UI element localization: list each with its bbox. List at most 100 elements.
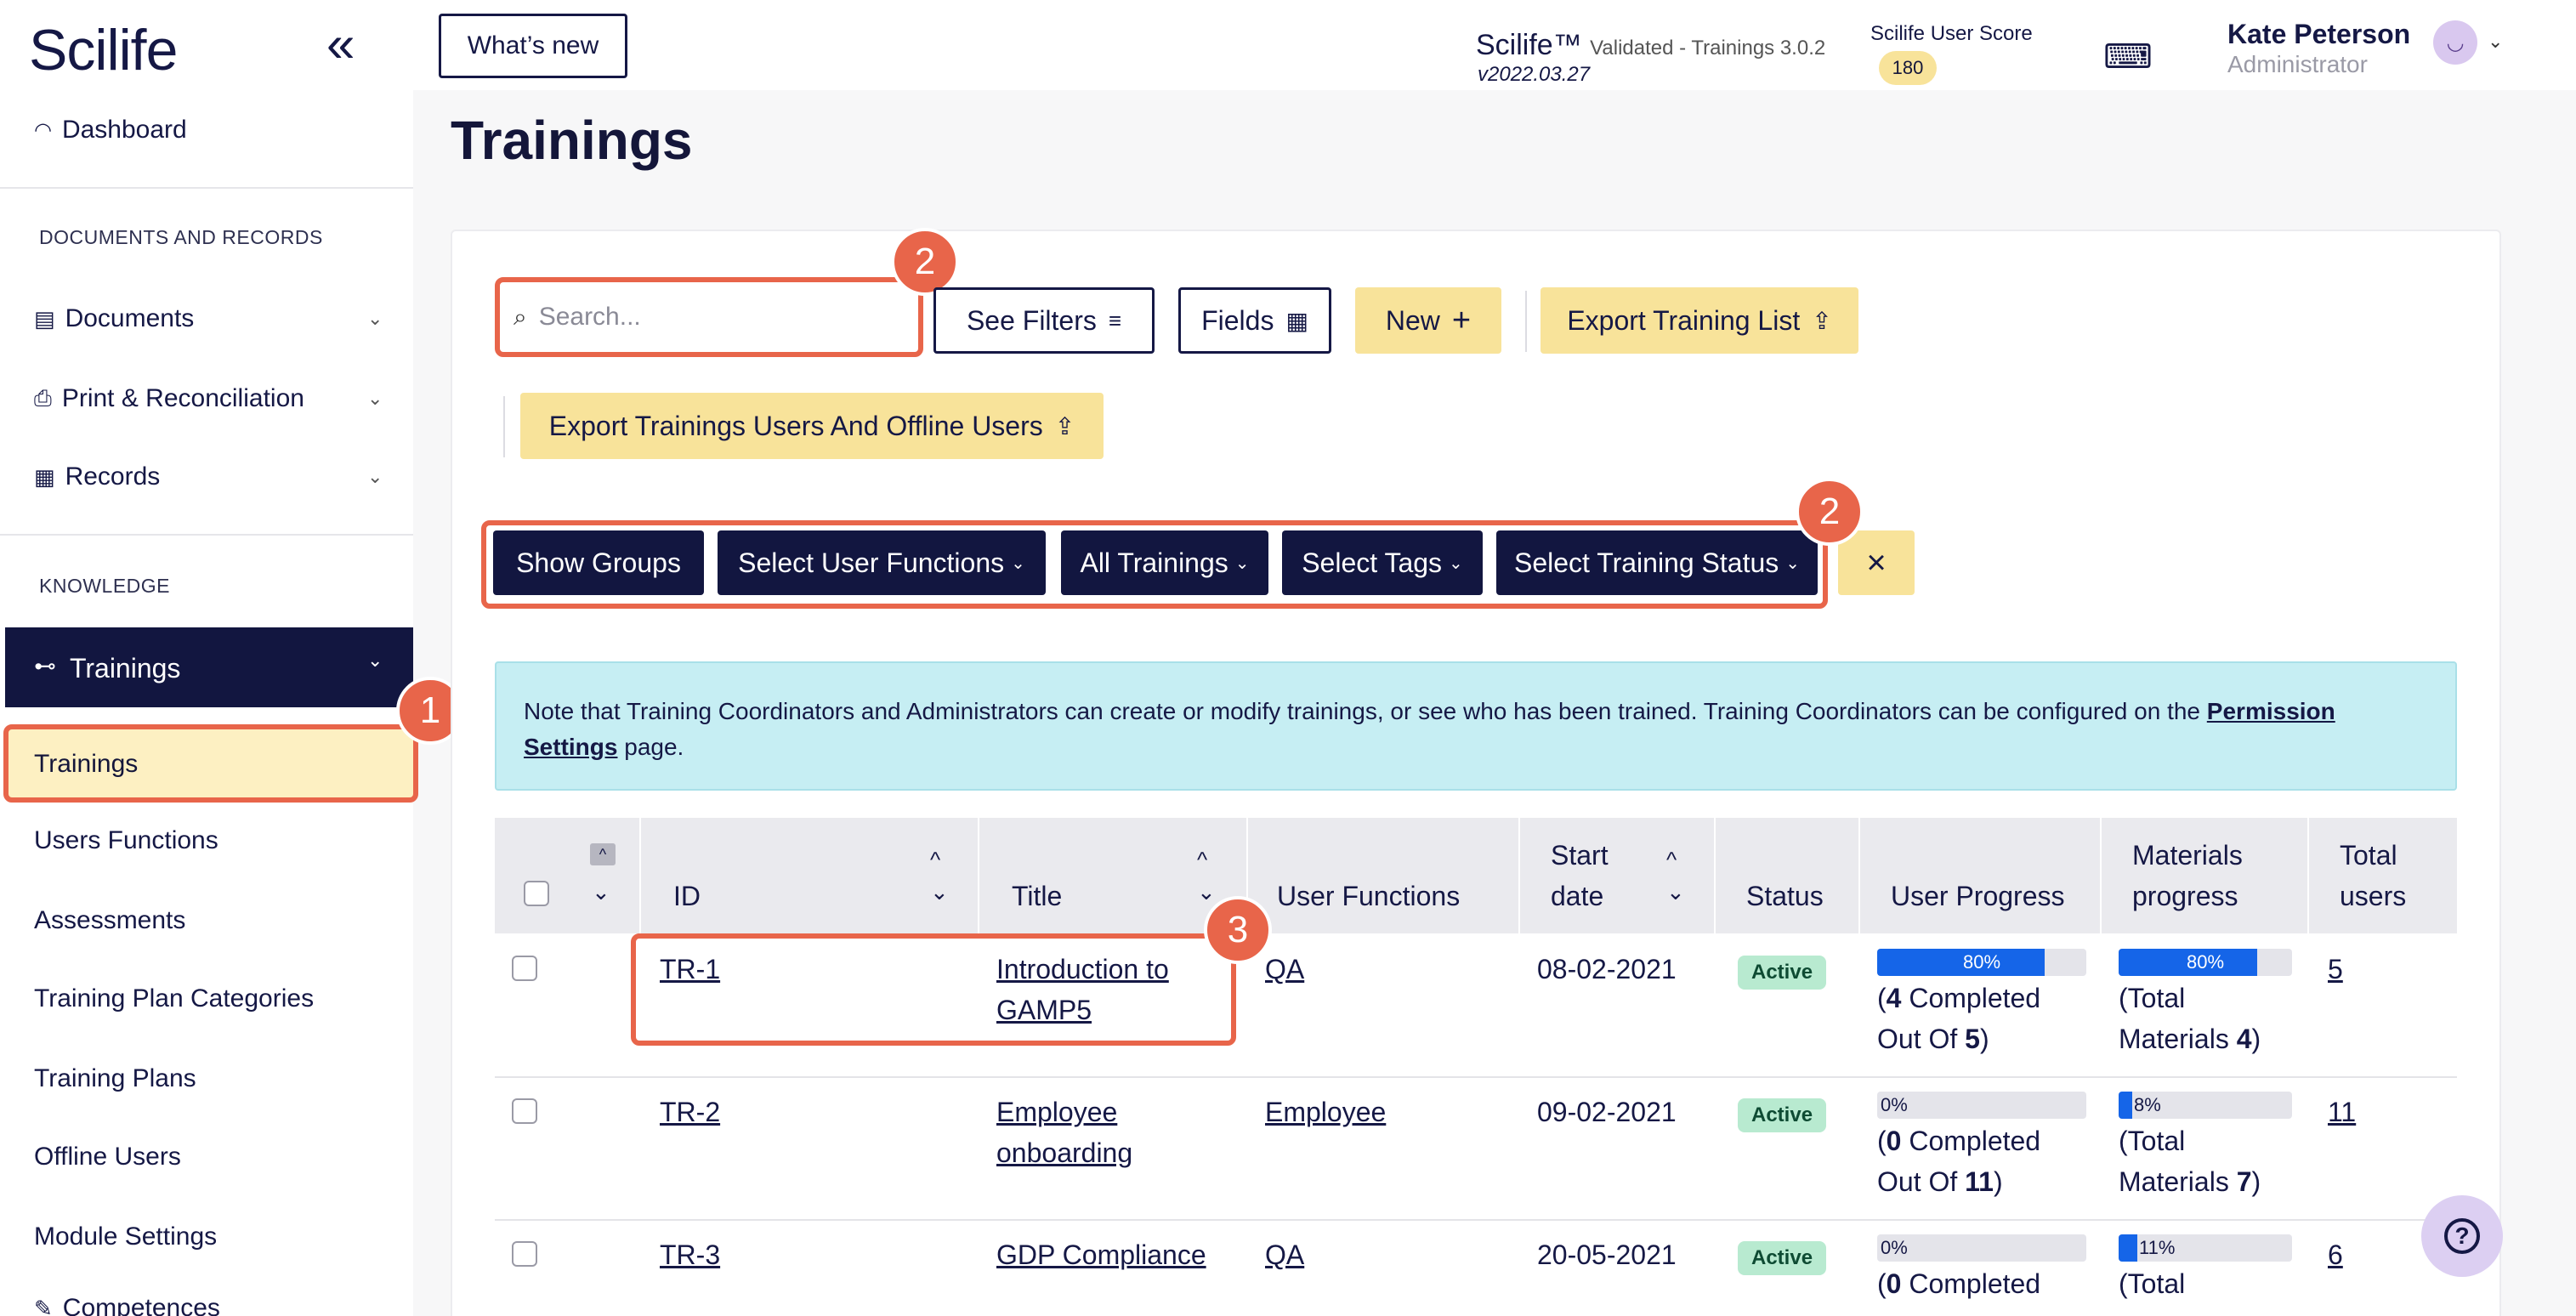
training-status-dropdown[interactable]: Select Training Status ⌄: [1496, 530, 1818, 595]
column-separator: [1714, 818, 1716, 933]
column-separator: [2307, 818, 2309, 933]
row-checkbox[interactable]: [512, 1098, 537, 1124]
user-progress-bar: 0%: [1877, 1234, 2086, 1262]
sort-asc-icon[interactable]: ^: [930, 847, 940, 872]
sort-desc-icon[interactable]: ⌄: [930, 879, 949, 905]
sidebar-item-dashboard[interactable]: ◠ Dashboard: [34, 116, 187, 145]
scilife-logo: Scilife: [29, 18, 178, 82]
header-id[interactable]: ID: [673, 876, 701, 916]
top-header: What’s new Scilife™ Validated - Training…: [413, 0, 2576, 90]
sidebar-subitem-training-plan-categories[interactable]: Training Plan Categories: [34, 984, 314, 1013]
plus-icon: +: [1451, 302, 1472, 338]
sidebar-item-competences[interactable]: ✎ Competences: [34, 1294, 220, 1316]
collapse-sidebar-icon[interactable]: «: [326, 19, 355, 70]
version-label: v2022.03.27: [1478, 63, 1591, 86]
document-icon: ▤: [34, 305, 55, 332]
fields-button[interactable]: Fields ▦: [1178, 287, 1331, 354]
avatar[interactable]: ◡: [2433, 20, 2477, 65]
header-title[interactable]: Title: [1012, 876, 1062, 916]
help-button[interactable]: ?: [2421, 1195, 2503, 1277]
user-function-link[interactable]: Employee: [1265, 1092, 1386, 1132]
sidebar-subitem-assessments[interactable]: Assessments: [34, 906, 185, 935]
select-all-checkbox[interactable]: [524, 881, 549, 906]
column-separator: [978, 818, 979, 933]
header-materials-progress: Materials progress: [2132, 840, 2243, 911]
sidebar-subitem-training-plans[interactable]: Training Plans: [34, 1064, 196, 1093]
all-trainings-dropdown[interactable]: All Trainings ⌄: [1061, 530, 1268, 595]
header-user-functions: User Functions: [1277, 881, 1461, 911]
start-date: 09-02-2021: [1537, 1097, 1677, 1127]
column-separator: [1518, 818, 1520, 933]
sidebar-item-records[interactable]: ▦ Records: [34, 462, 160, 491]
user-score-badge: 180: [1879, 51, 1937, 85]
chevron-down-icon[interactable]: ⌄: [367, 308, 383, 330]
chevron-down-icon[interactable]: ⌄: [367, 388, 383, 410]
search-input[interactable]: ⌕ Search...: [505, 287, 913, 347]
column-separator: [639, 818, 641, 933]
training-title-link[interactable]: Employee onboarding: [996, 1092, 1132, 1173]
materials-progress-text: (Total Materials 4): [2119, 983, 2261, 1054]
sort-desc-icon[interactable]: ⌄: [1197, 879, 1216, 905]
export-trainings-users-button[interactable]: Export Trainings Users And Offline Users…: [520, 393, 1104, 459]
collapse-all-toggle[interactable]: ^: [590, 843, 616, 865]
toolbar-divider: [1525, 291, 1527, 352]
see-filters-button[interactable]: See Filters ≡: [933, 287, 1155, 354]
sidebar-subitem-trainings[interactable]: Trainings: [3, 724, 418, 803]
sidebar-item-documents[interactable]: ▤ Documents: [34, 304, 194, 333]
sort-asc-icon[interactable]: ^: [1197, 847, 1207, 872]
chevron-down-icon[interactable]: ⌄: [367, 466, 383, 488]
chevron-down-icon[interactable]: ⌄: [592, 879, 610, 905]
tags-dropdown[interactable]: Select Tags ⌄: [1282, 530, 1483, 595]
sidebar: Scilife « ◠ Dashboard DOCUMENTS AND RECO…: [0, 0, 464, 1316]
total-users-link[interactable]: 11: [2328, 1092, 2356, 1132]
chevron-down-icon: ⌄: [1449, 553, 1463, 573]
sidebar-subitem-offline-users[interactable]: Offline Users: [34, 1143, 181, 1171]
header-user-progress: User Progress: [1891, 881, 2065, 911]
toolbar-divider: [503, 396, 505, 457]
training-id-link[interactable]: TR-3: [660, 1234, 720, 1275]
export-training-list-button[interactable]: Export Training List ⇪: [1540, 287, 1858, 354]
row-checkbox[interactable]: [512, 1241, 537, 1267]
total-users-link[interactable]: 5: [2328, 949, 2343, 990]
close-icon: ×: [1866, 543, 1887, 581]
user-functions-dropdown[interactable]: Select User Functions ⌄: [718, 530, 1046, 595]
user-function-link[interactable]: QA: [1265, 949, 1304, 990]
user-progress-text: (0 Completed: [1877, 1268, 2041, 1299]
user-function-link[interactable]: QA: [1265, 1234, 1304, 1275]
user-progress-text: (4 Completed Out Of 5): [1877, 983, 2041, 1054]
sidebar-subitem-users-functions[interactable]: Users Functions: [34, 826, 218, 855]
materials-progress-bar: 11%: [2119, 1234, 2292, 1262]
help-icon: ?: [2444, 1218, 2480, 1254]
whats-new-button[interactable]: What’s new: [439, 14, 627, 78]
training-title-link[interactable]: GDP Compliance: [996, 1234, 1206, 1275]
divider: [0, 187, 413, 189]
column-separator: [2100, 818, 2102, 933]
column-separator: [1858, 818, 1860, 933]
status-badge: Active: [1738, 956, 1827, 990]
user-progress-text: (0 Completed Out Of 11): [1877, 1126, 2041, 1197]
clear-filters-button[interactable]: ×: [1838, 530, 1915, 595]
row-divider: [495, 1076, 2457, 1078]
sidebar-item-trainings-group[interactable]: ⊷ Trainings ⌄: [5, 627, 413, 707]
annotation-badge-3: 3: [1204, 896, 1272, 964]
filter-icon: ≡: [1108, 307, 1122, 333]
row-checkbox[interactable]: [512, 956, 537, 981]
total-users-link[interactable]: 6: [2328, 1234, 2343, 1275]
chevron-down-icon: ⌄: [367, 649, 383, 671]
sidebar-subitem-module-settings[interactable]: Module Settings: [34, 1222, 217, 1251]
new-training-button[interactable]: New +: [1355, 287, 1501, 354]
training-id-link[interactable]: TR-2: [660, 1092, 720, 1132]
sort-desc-icon[interactable]: ⌄: [1666, 879, 1685, 905]
materials-progress-bar: 80%: [2119, 949, 2292, 976]
show-groups-button[interactable]: Show Groups: [493, 530, 704, 595]
sort-asc-icon[interactable]: ^: [1666, 847, 1677, 872]
product-name: Scilife™ Validated - Trainings 3.0.2: [1476, 29, 1826, 61]
page-title: Trainings: [451, 110, 693, 171]
chat-icon[interactable]: ⌨: [2103, 37, 2153, 77]
chevron-down-icon[interactable]: ⌄: [2488, 31, 2503, 53]
row-divider: [495, 1219, 2457, 1221]
annotation-badge-2: 2: [1796, 478, 1864, 546]
sidebar-item-print-reconciliation[interactable]: ⎙ Print & Reconciliation: [34, 384, 304, 413]
header-start-date[interactable]: Start date: [1551, 835, 1609, 916]
user-progress-bar: 80%: [1877, 949, 2086, 976]
